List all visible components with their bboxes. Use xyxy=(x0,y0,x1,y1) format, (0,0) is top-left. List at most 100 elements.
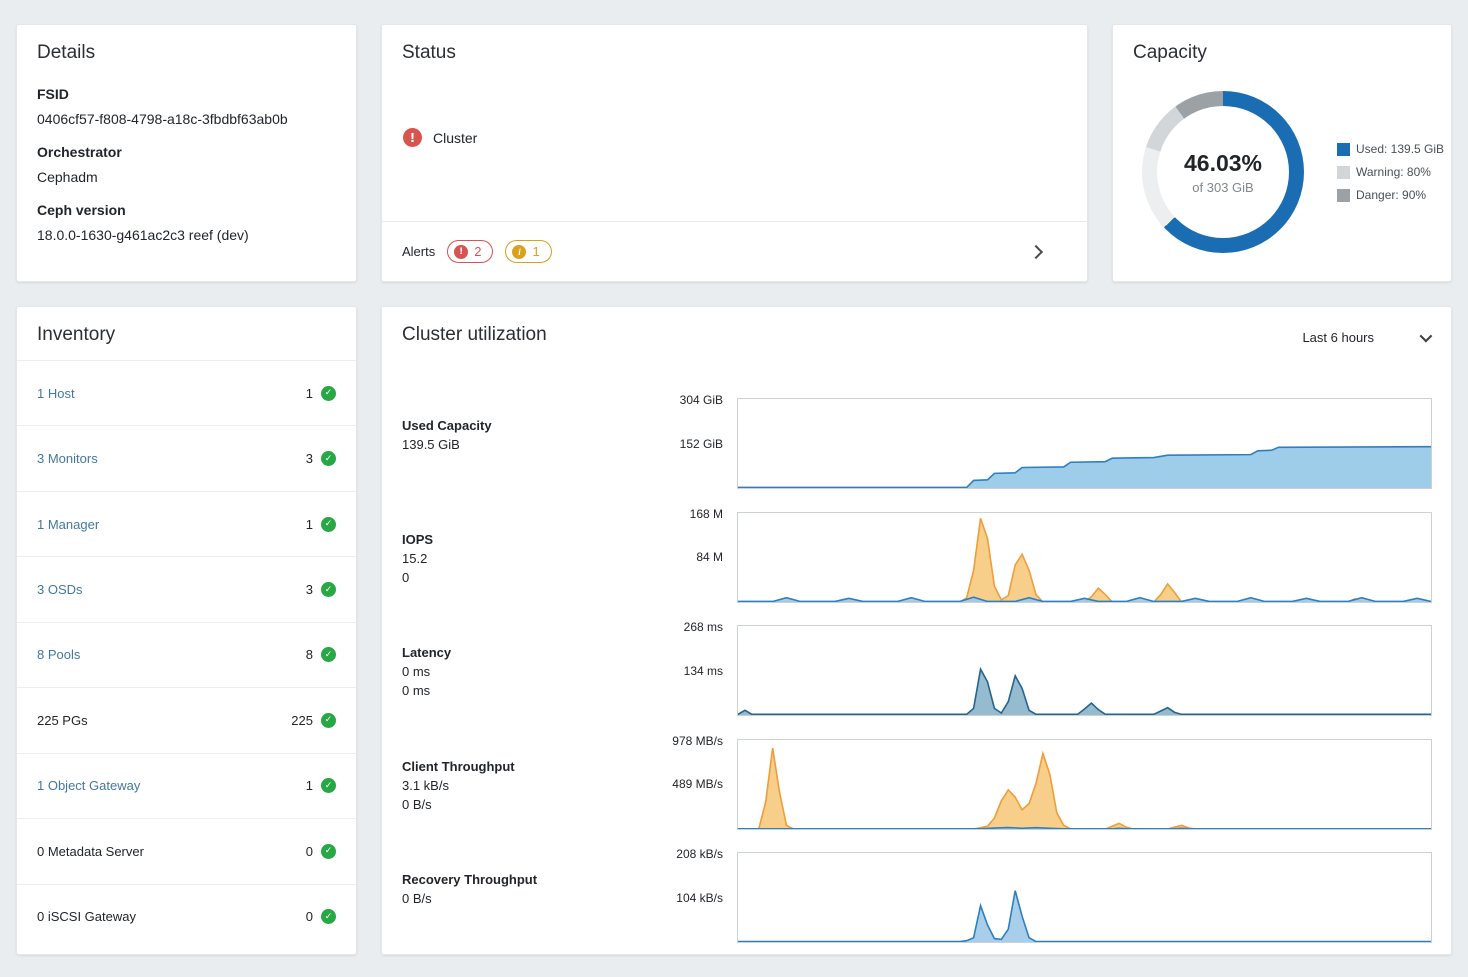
inventory-count: 1 xyxy=(306,386,313,401)
capacity-donut-center: 46.03% of 303 GiB xyxy=(1157,106,1289,238)
recovery-throughput-row: Recovery Throughput 0 B/s 208 kB/s 104 k… xyxy=(382,852,1451,955)
inventory-row-monitors: 3 Monitors 3 xyxy=(17,425,356,490)
legend-item-danger: Danger: 90% xyxy=(1337,188,1444,202)
warning-alerts-badge[interactable]: 1 xyxy=(505,240,551,263)
metric-value: 3.1 kB/s xyxy=(402,778,642,793)
inventory-count: 225 xyxy=(291,713,313,728)
details-card: Details FSID 0406cf57-f808-4798-a18c-3fb… xyxy=(16,24,357,282)
chevron-right-icon[interactable] xyxy=(1029,244,1043,258)
capacity-title: Capacity xyxy=(1113,25,1451,64)
details-body: FSID 0406cf57-f808-4798-a18c-3fbdbf63ab0… xyxy=(17,64,356,243)
alerts-footer: Alerts 2 1 xyxy=(382,221,1087,281)
cluster-error-icon[interactable] xyxy=(403,128,422,147)
iops-chart: 168 M 84 M xyxy=(737,512,1432,603)
check-circle-icon xyxy=(321,713,336,728)
metric-name: Latency xyxy=(402,645,642,660)
y-axis-tick: 168 M xyxy=(690,507,723,521)
inventory-link-managers[interactable]: 1 Manager xyxy=(37,517,99,532)
detail-value: 18.0.0-1630-g461ac2c3 reef (dev) xyxy=(37,227,336,243)
detail-field-fsid: FSID 0406cf57-f808-4798-a18c-3fbdbf63ab0… xyxy=(37,86,336,127)
metric-value: 0 ms xyxy=(402,683,642,698)
metric-value: 0 B/s xyxy=(402,797,642,812)
capacity-donut: 46.03% of 303 GiB xyxy=(1142,91,1304,253)
danger-alerts-badge[interactable]: 2 xyxy=(447,240,493,263)
inventory-link-object-gateways[interactable]: 1 Object Gateway xyxy=(37,778,140,793)
inventory-count: 3 xyxy=(306,451,313,466)
danger-swatch xyxy=(1337,189,1350,202)
utilization-title: Cluster utilization xyxy=(382,307,567,346)
warning-alert-count: 1 xyxy=(532,244,539,259)
chevron-down-icon xyxy=(1420,330,1433,343)
cluster-utilization-card: Cluster utilization Last 6 hours Used Ca… xyxy=(381,306,1452,955)
y-axis-tick: 104 kB/s xyxy=(676,891,723,905)
inventory-label-metadata-servers: 0 Metadata Server xyxy=(37,844,144,859)
used-capacity-row: Used Capacity 139.5 GiB 304 GiB 152 GiB xyxy=(382,398,1451,512)
used-swatch xyxy=(1337,143,1350,156)
danger-alert-count: 2 xyxy=(474,244,481,259)
iops-row: IOPS 15.2 0 168 M 84 M xyxy=(382,512,1451,626)
inventory-count: 0 xyxy=(306,909,313,924)
detail-field-ceph-version: Ceph version 18.0.0-1630-g461ac2c3 reef … xyxy=(37,202,336,243)
y-axis-tick: 152 GiB xyxy=(680,437,723,451)
client-throughput-chart: 978 MB/s 489 MB/s xyxy=(737,739,1432,830)
check-circle-icon xyxy=(321,909,336,924)
check-circle-icon xyxy=(321,517,336,532)
iops-metric: IOPS 15.2 0 xyxy=(402,532,642,585)
info-circle-icon xyxy=(512,245,526,259)
status-title: Status xyxy=(382,25,1087,64)
check-circle-icon xyxy=(321,844,336,859)
inventory-count: 8 xyxy=(306,647,313,662)
inventory-list: 1 Host 1 3 Monitors 3 1 Manager 1 3 OSDs… xyxy=(17,360,356,949)
client-throughput-metric: Client Throughput 3.1 kB/s 0 B/s xyxy=(402,759,642,812)
y-axis-tick: 978 MB/s xyxy=(672,734,723,748)
detail-value: 0406cf57-f808-4798-a18c-3fbdbf63ab0b xyxy=(37,111,336,127)
inventory-count: 1 xyxy=(306,778,313,793)
inventory-link-osds[interactable]: 3 OSDs xyxy=(37,582,83,597)
y-axis-tick: 208 kB/s xyxy=(676,847,723,861)
warning-swatch xyxy=(1337,166,1350,179)
inventory-link-monitors[interactable]: 3 Monitors xyxy=(37,451,98,466)
inventory-row-object-gateways: 1 Object Gateway 1 xyxy=(17,753,356,818)
metric-name: Recovery Throughput xyxy=(402,872,642,887)
inventory-link-hosts[interactable]: 1 Host xyxy=(37,386,75,401)
legend-label: Warning: 80% xyxy=(1356,165,1431,179)
inventory-row-hosts: 1 Host 1 xyxy=(17,360,356,425)
metric-value: 0 ms xyxy=(402,664,642,679)
client-throughput-row: Client Throughput 3.1 kB/s 0 B/s 978 MB/… xyxy=(382,739,1451,853)
detail-field-orchestrator: Orchestrator Cephadm xyxy=(37,144,336,185)
utilization-header: Cluster utilization Last 6 hours xyxy=(382,307,1451,346)
capacity-legend: Used: 139.5 GiB Warning: 80% Danger: 90% xyxy=(1337,142,1444,202)
inventory-link-pools[interactable]: 8 Pools xyxy=(37,647,80,662)
latency-metric: Latency 0 ms 0 ms xyxy=(402,645,642,698)
metric-value: 139.5 GiB xyxy=(402,437,642,452)
metric-name: Used Capacity xyxy=(402,418,642,433)
time-range-dropdown[interactable]: Last 6 hours xyxy=(1302,330,1429,345)
ceph-dashboard-page: Details FSID 0406cf57-f808-4798-a18c-3fb… xyxy=(0,0,1468,977)
time-range-value: Last 6 hours xyxy=(1302,330,1374,345)
y-axis-tick: 84 M xyxy=(696,550,723,564)
inventory-label-iscsi-gateways: 0 iSCSI Gateway xyxy=(37,909,136,924)
recovery-throughput-chart: 208 kB/s 104 kB/s xyxy=(737,852,1432,943)
y-axis-tick: 268 ms xyxy=(684,620,723,634)
y-axis-tick: 134 ms xyxy=(684,664,723,678)
exclamation-circle-icon xyxy=(454,245,468,259)
detail-label: FSID xyxy=(37,86,336,102)
inventory-count: 3 xyxy=(306,582,313,597)
metric-name: IOPS xyxy=(402,532,642,547)
capacity-card: Capacity 46.03% of 303 GiB Used: 139.5 G… xyxy=(1112,24,1452,282)
detail-label: Ceph version xyxy=(37,202,336,218)
capacity-percent-used: 46.03% xyxy=(1184,150,1262,177)
used-capacity-metric: Used Capacity 139.5 GiB xyxy=(402,418,642,452)
detail-label: Orchestrator xyxy=(37,144,336,160)
inventory-row-pgs: 225 PGs 225 xyxy=(17,687,356,752)
metric-name: Client Throughput xyxy=(402,759,642,774)
check-circle-icon xyxy=(321,647,336,662)
used-capacity-chart: 304 GiB 152 GiB xyxy=(737,398,1432,489)
utilization-rows: Used Capacity 139.5 GiB 304 GiB 152 GiB … xyxy=(382,398,1451,955)
inventory-title: Inventory xyxy=(17,307,356,346)
recovery-throughput-metric: Recovery Throughput 0 B/s xyxy=(402,872,642,906)
legend-item-used: Used: 139.5 GiB xyxy=(1337,142,1444,156)
inventory-row-osds: 3 OSDs 3 xyxy=(17,556,356,621)
check-circle-icon xyxy=(321,582,336,597)
check-circle-icon xyxy=(321,386,336,401)
